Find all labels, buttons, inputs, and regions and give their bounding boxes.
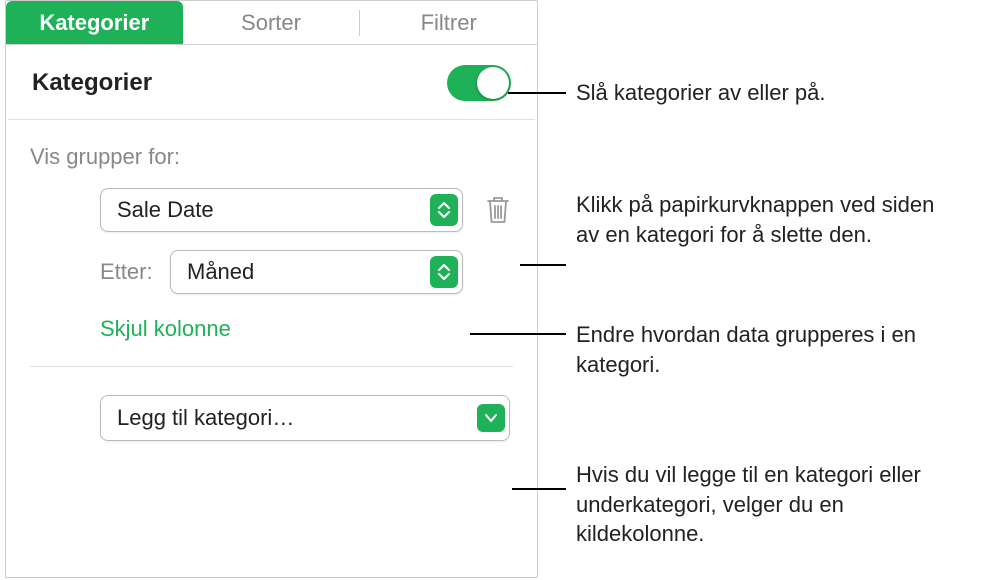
tabbar: Kategorier Sorter Filtrer [6, 1, 537, 45]
inspector-panel: Kategorier Sorter Filtrer Kategorier Vis… [5, 0, 538, 578]
callout-line [520, 264, 566, 266]
add-category-select[interactable]: Legg til kategori… [100, 395, 510, 441]
tab-categories[interactable]: Kategorier [6, 1, 183, 44]
callout-add: Hvis du vil legge til en kategori eller … [576, 460, 966, 549]
callout-line [508, 92, 566, 94]
groups-for-label: Vis grupper for: [30, 144, 513, 170]
callout-line [512, 488, 566, 490]
add-category-row: Legg til kategori… [30, 395, 513, 441]
hide-column-link[interactable]: Skjul kolonne [100, 316, 231, 342]
group-by-select[interactable]: Måned [170, 250, 463, 294]
updown-icon [430, 194, 458, 226]
callout-grouping: Endre hvordan data grupperes i en katego… [576, 320, 946, 379]
add-category-label: Legg til kategori… [117, 405, 294, 431]
category-select[interactable]: Sale Date [100, 188, 463, 232]
section-header: Kategorier [8, 45, 535, 120]
categories-toggle[interactable] [447, 65, 511, 101]
tab-filter[interactable]: Filtrer [360, 1, 537, 44]
by-row: Etter: Måned [30, 250, 513, 294]
callout-line [470, 333, 566, 335]
updown-icon [430, 256, 458, 288]
callout-toggle: Slå kategorier av eller på. [576, 78, 825, 108]
category-row: Sale Date [30, 188, 513, 232]
chevron-down-icon [477, 404, 505, 432]
section-title: Kategorier [32, 69, 152, 97]
category-select-value: Sale Date [117, 197, 214, 223]
toggle-knob [477, 67, 509, 99]
panel-body: Vis grupper for: Sale Date Etter: Måned [6, 120, 537, 441]
group-by-value: Måned [187, 259, 254, 285]
by-label: Etter: [100, 259, 170, 285]
divider [30, 366, 513, 367]
callout-trash: Klikk på papirkurvknappen ved siden av e… [576, 190, 946, 249]
trash-icon [485, 195, 511, 225]
delete-category-button[interactable] [483, 193, 513, 227]
tab-sort[interactable]: Sorter [183, 1, 360, 44]
